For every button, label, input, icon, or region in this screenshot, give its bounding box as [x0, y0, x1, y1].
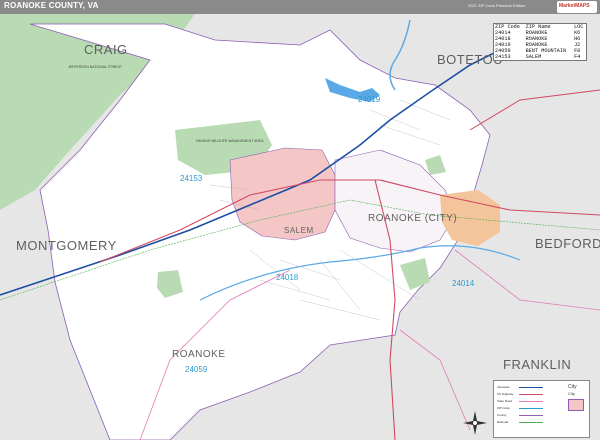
- legend-label: Railroad: [497, 420, 509, 424]
- zip-label-24153[interactable]: 24153: [180, 174, 203, 183]
- legend-swatch: [519, 421, 543, 423]
- legend-label: US Highway: [497, 392, 514, 396]
- legend-item: Interstate: [497, 385, 557, 389]
- legend-swatch: [519, 386, 543, 388]
- map-title: ROANOKE COUNTY, VA: [4, 1, 99, 10]
- logo-text: MarketMAPS: [559, 3, 590, 9]
- legend-city-title: City: [568, 384, 577, 390]
- zip-label-24018[interactable]: 24018: [276, 273, 299, 282]
- publisher-logo: MarketMAPS: [557, 1, 597, 13]
- zip-label-24019[interactable]: 24019: [358, 95, 381, 104]
- legend-item: US Highway: [497, 392, 557, 396]
- legend-swatch: [519, 414, 543, 416]
- zip-label-24059[interactable]: 24059: [185, 365, 208, 374]
- zip-table-row: 24153 SALEM F4: [494, 54, 586, 60]
- county-label-craig: CRAIG: [84, 42, 128, 57]
- city-label-salem: SALEM: [284, 226, 314, 235]
- city-swatch-icon: [568, 399, 584, 411]
- legend-swatch: [519, 407, 543, 409]
- county-label-bedford: BEDFORD: [535, 236, 600, 251]
- edition-label: 2021 ZIP Code Premium Edition: [468, 3, 526, 8]
- map-legend: Interstate US Highway State Road ZIP Cod…: [493, 380, 590, 438]
- wma-label: HAVENS WILDLIFE MANAGEMENT AREA: [196, 139, 264, 143]
- legend-label: County: [497, 413, 507, 417]
- legend-swatch: [519, 393, 543, 395]
- legend-swatch: [519, 400, 543, 402]
- county-label-franklin: FRANKLIN: [503, 357, 571, 372]
- zip-table-cell: 24153: [495, 54, 511, 60]
- legend-city-sub: City: [568, 391, 575, 396]
- legend-item: Railroad: [497, 420, 557, 424]
- title-bar: ROANOKE COUNTY, VA 2021 ZIP Code Premium…: [0, 0, 600, 14]
- legend-item: State Road: [497, 399, 557, 403]
- zip-table-cell: F4: [574, 54, 581, 60]
- zip-code-table: ZIP Code ZIP Name LOC 24014 ROANOKE K6 2…: [493, 23, 587, 61]
- county-label-roanoke: ROANOKE: [172, 349, 226, 360]
- legend-label: Interstate: [497, 385, 510, 389]
- county-label-montgomery: MONTGOMERY: [16, 238, 117, 253]
- zip-table-cell: SALEM: [525, 54, 542, 60]
- compass-rose-icon: [463, 411, 487, 435]
- zip-label-24014[interactable]: 24014: [452, 279, 475, 288]
- city-label-roanoke: ROANOKE (CITY): [368, 213, 457, 224]
- legend-label: State Road: [497, 399, 513, 403]
- legend-label: ZIP Code: [497, 406, 510, 410]
- map-page: ROANOKE COUNTY, VA 2021 ZIP Code Premium…: [0, 0, 600, 440]
- legend-item: ZIP Code: [497, 406, 557, 410]
- county-map[interactable]: CRAIG BOTETOU MONTGOMERY BEDFORD FRANKLI…: [0, 14, 600, 440]
- forest-label: JEFFERSON NATIONAL FOREST: [68, 65, 123, 69]
- legend-item: County: [497, 413, 557, 417]
